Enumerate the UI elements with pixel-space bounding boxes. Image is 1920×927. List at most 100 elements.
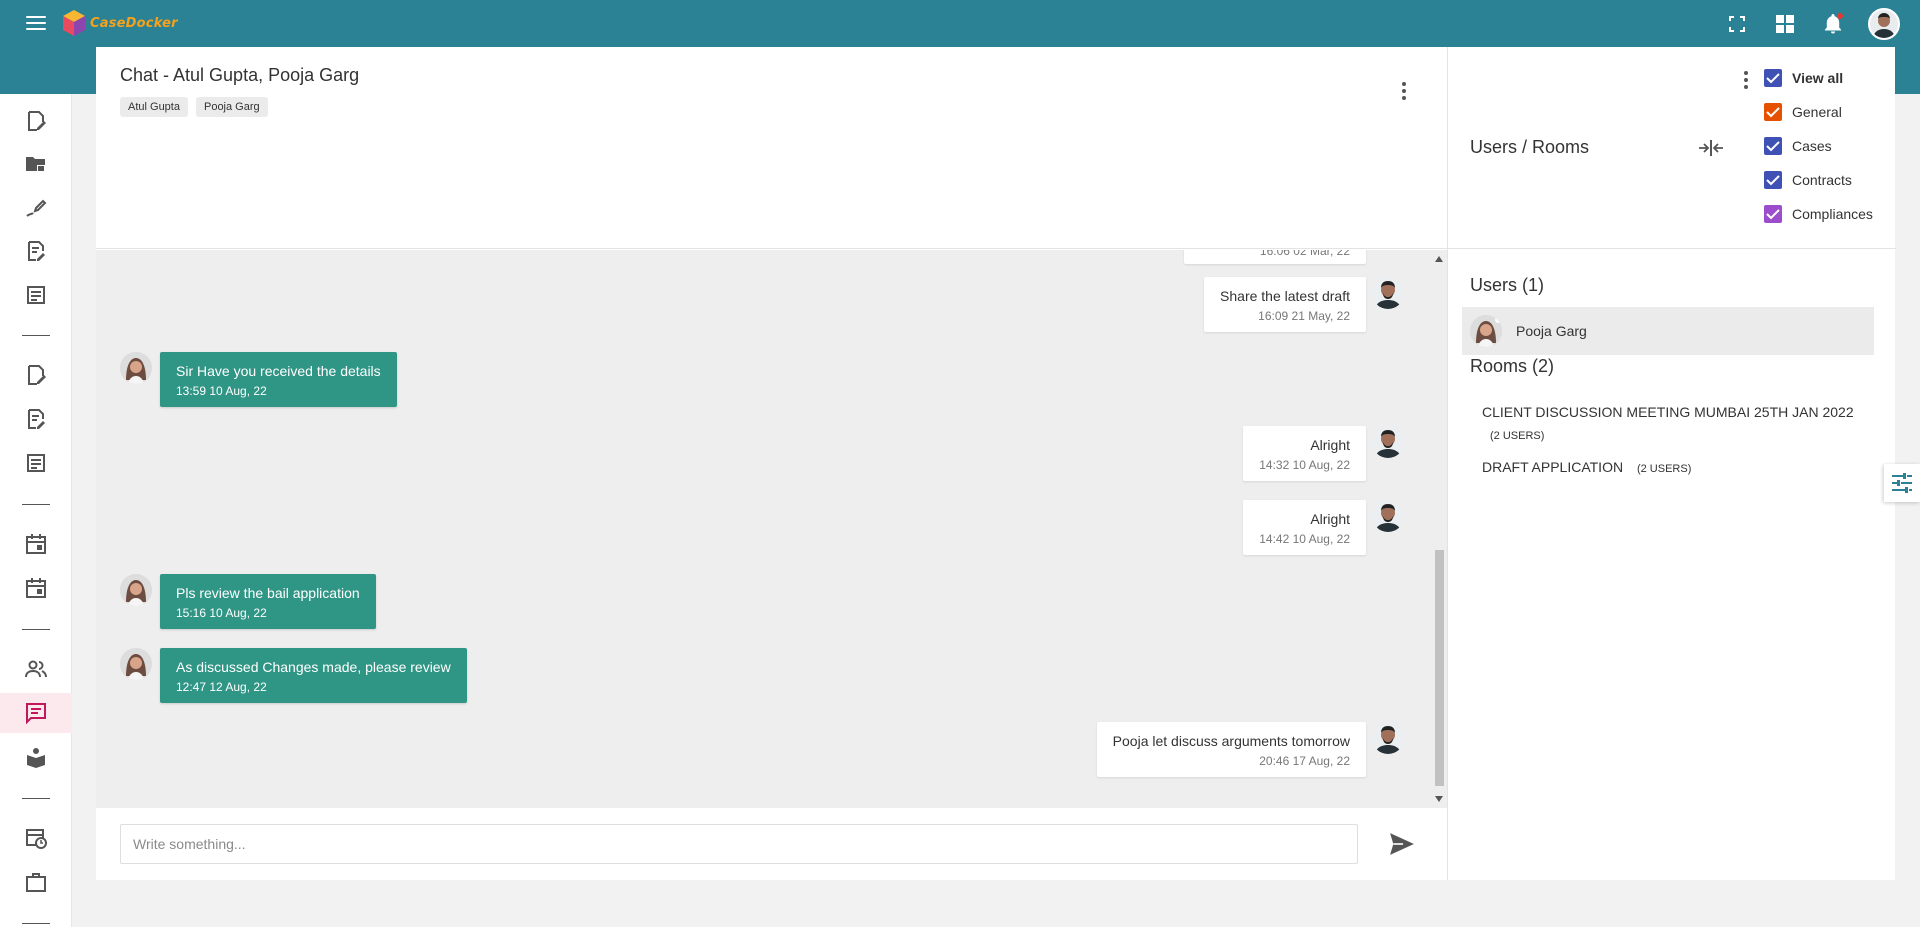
room-name: DRAFT APPLICATION [1482, 459, 1624, 475]
collapse-panel-icon[interactable] [1698, 139, 1724, 157]
panel-title: Users / Rooms [1470, 137, 1590, 157]
document-icon [27, 286, 45, 304]
checkbox-checked-icon [1764, 69, 1782, 87]
locked-folder-icon [26, 157, 45, 171]
message-bubble-incoming: Pls review the bail application 15:16 10… [160, 574, 376, 629]
scroll-up-arrow-icon[interactable] [1435, 256, 1443, 262]
send-icon[interactable] [1389, 832, 1415, 856]
users-section-title: Users (1) [1470, 275, 1545, 295]
sidebar-item-calendar-2[interactable] [0, 568, 72, 608]
signature-document-icon [28, 111, 46, 131]
room-user-count: (2 USERS) [1490, 430, 1545, 442]
checkbox-checked-icon [1764, 103, 1782, 121]
scrollbar-thumb[interactable] [1435, 550, 1444, 786]
chat-icon [26, 703, 46, 724]
users-rooms-header: Users / Rooms View all General Cases Con… [1448, 47, 1896, 249]
apps-grid-icon[interactable] [1772, 11, 1798, 37]
user-list-item[interactable]: Pooja Garg [1462, 307, 1874, 355]
scroll-down-arrow-icon[interactable] [1435, 796, 1443, 802]
message-scrollbar[interactable] [1431, 250, 1447, 808]
message-bubble-incoming: As discussed Changes made, please review… [160, 648, 467, 703]
notification-badge [1837, 13, 1843, 19]
sidebar-divider [22, 923, 50, 924]
sidebar-item-edit-document[interactable] [0, 231, 72, 271]
message-composer [96, 808, 1447, 880]
self-avatar [1372, 722, 1404, 754]
sidebar-item-signed-document[interactable] [0, 101, 72, 141]
edit-document-icon [28, 409, 45, 429]
message-bubble-outgoing: Share the latest draft 16:09 21 May, 22 [1204, 277, 1366, 332]
chat-options-kebab-icon[interactable] [1394, 79, 1414, 103]
checkbox-checked-icon [1764, 137, 1782, 155]
category-filters: View all General Cases Contracts Complia… [1764, 61, 1873, 231]
message-input[interactable] [120, 824, 1358, 864]
contact-avatar [120, 574, 152, 606]
sidebar-item-briefcase[interactable] [0, 862, 72, 902]
rooms-section-title: Rooms (2) [1470, 356, 1555, 376]
sidebar-item-locked-folder[interactable] [0, 144, 72, 184]
message-bubble-outgoing: 16:06 02 Mar, 22 [1184, 250, 1366, 264]
contact-avatar [1470, 315, 1502, 347]
user-avatar[interactable] [1868, 8, 1900, 40]
message-bubble-outgoing: Alright 14:42 10 Aug, 22 [1243, 500, 1366, 555]
signature-document-icon [28, 365, 46, 385]
message-bubble-outgoing: Alright 14:32 10 Aug, 22 [1243, 426, 1366, 481]
self-avatar [1372, 426, 1404, 458]
chat-panel: Chat - Atul Gupta, Pooja Garg Atul Gupta… [96, 47, 1447, 880]
message-list[interactable]: 16:06 02 Mar, 22 Share the latest draft … [96, 250, 1447, 808]
sidebar-item-document-2[interactable] [0, 443, 72, 483]
pen-signature-icon [26, 199, 47, 217]
sidebar-divider [22, 798, 50, 799]
document-icon [27, 454, 45, 472]
sidebar-item-document[interactable] [0, 275, 72, 315]
checkbox-checked-icon [1764, 205, 1782, 223]
sidebar-item-users[interactable] [0, 649, 72, 689]
room-list-item[interactable]: DRAFT APPLICATION (2 USERS) [1482, 459, 1691, 475]
hamburger-menu-icon[interactable] [24, 12, 48, 34]
contact-avatar [120, 352, 152, 384]
left-sidebar [0, 94, 72, 927]
room-list-item[interactable]: CLIENT DISCUSSION MEETING MUMBAI 25TH JA… [1482, 401, 1862, 447]
edit-document-icon [28, 241, 45, 261]
room-user-count: (2 USERS) [1636, 463, 1692, 475]
chat-title: Chat - Atul Gupta, Pooja Garg [120, 65, 360, 85]
sidebar-item-signed-document-2[interactable] [0, 355, 72, 395]
briefcase-icon [26, 873, 46, 892]
contact-avatar [120, 648, 152, 680]
self-avatar [1372, 500, 1404, 532]
reader-icon [27, 748, 45, 768]
user-name: Pooja Garg [1516, 323, 1587, 339]
settings-sliders-icon[interactable] [1884, 464, 1920, 502]
participant-chip[interactable]: Pooja Garg [195, 97, 268, 117]
sidebar-item-learning[interactable] [0, 737, 72, 777]
notification-bell-icon[interactable] [1820, 11, 1846, 37]
logo-text: CaseDocker [90, 15, 178, 31]
filter-contracts[interactable]: Contracts [1764, 163, 1873, 197]
sidebar-divider [22, 504, 50, 505]
checkbox-checked-icon [1764, 171, 1782, 189]
cube-logo-icon [63, 10, 85, 36]
sidebar-item-signature[interactable] [0, 188, 72, 228]
message-bubble-incoming: Sir Have you received the details 13:59 … [160, 352, 397, 407]
calendar-icon [26, 534, 46, 554]
calendar-icon [26, 578, 46, 598]
sidebar-item-schedule[interactable] [0, 818, 72, 858]
app-logo[interactable]: CaseDocker [62, 9, 178, 37]
participant-chip[interactable]: Atul Gupta [120, 97, 188, 117]
sidebar-divider [22, 335, 50, 336]
filter-view-all[interactable]: View all [1764, 61, 1873, 95]
participant-chips: Atul Gupta Pooja Garg [120, 97, 268, 117]
sidebar-item-edit-document-2[interactable] [0, 399, 72, 439]
room-name: CLIENT DISCUSSION MEETING MUMBAI 25TH JA… [1482, 404, 1854, 420]
users-rooms-panel: Users / Rooms View all General Cases Con… [1447, 47, 1896, 880]
schedule-icon [26, 829, 47, 849]
sidebar-item-calendar[interactable] [0, 524, 72, 564]
fullscreen-icon[interactable] [1724, 11, 1750, 37]
sidebar-item-chat[interactable] [0, 693, 72, 733]
filters-kebab-icon[interactable] [1736, 68, 1756, 92]
filter-general[interactable]: General [1764, 95, 1873, 129]
filter-compliances[interactable]: Compliances [1764, 197, 1873, 231]
message-bubble-outgoing: Pooja let discuss arguments tomorrow 20:… [1096, 722, 1366, 777]
chat-header: Chat - Atul Gupta, Pooja Garg Atul Gupta… [96, 47, 1447, 249]
filter-cases[interactable]: Cases [1764, 129, 1873, 163]
